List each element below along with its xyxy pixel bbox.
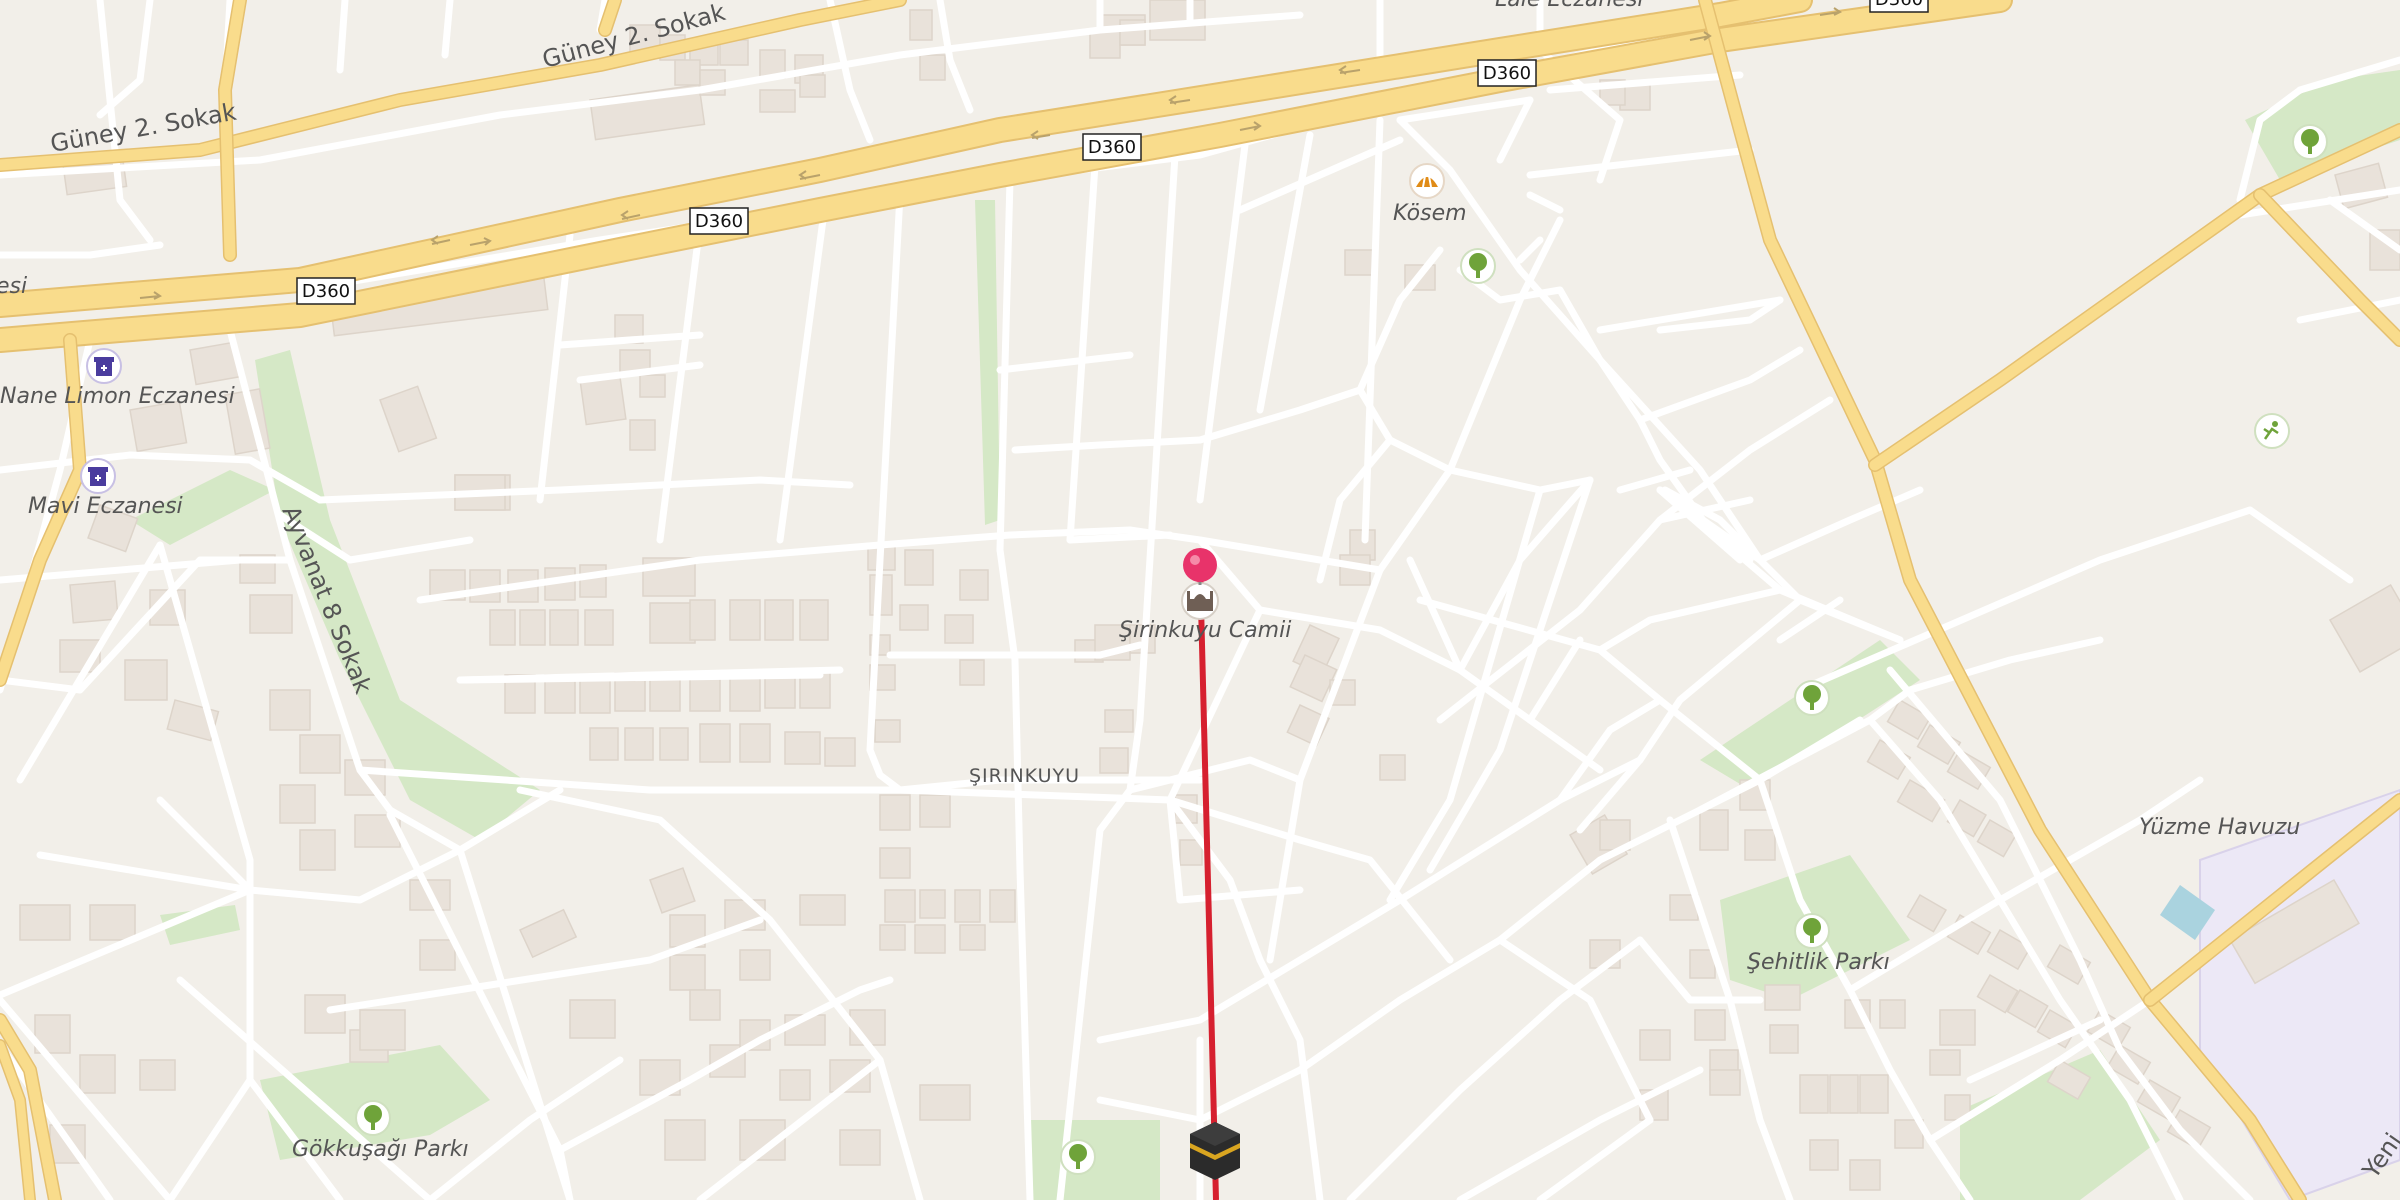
label-eczanesi-top: Lale Eczanesi	[1495, 0, 1643, 12]
tree-icon[interactable]	[1460, 248, 1496, 284]
bakery-icon[interactable]	[1409, 163, 1445, 199]
mosque-icon[interactable]	[1181, 582, 1219, 620]
label-mavi-eczanesi: Mavi Eczanesi	[28, 494, 183, 519]
pharmacy-icon[interactable]	[80, 458, 116, 494]
label-nane-limon-eczanesi: Nane Limon Eczanesi	[0, 384, 235, 409]
svg-text:D360: D360	[302, 281, 350, 302]
label-yuzme-havuzu: Yüzme Havuzu	[2139, 815, 2300, 840]
map-canvas[interactable]: D360 D360 D360 D360 D360 Güney 2. Sokak …	[0, 0, 2400, 1200]
svg-text:D360: D360	[695, 211, 743, 232]
tree-icon[interactable]	[2292, 124, 2328, 160]
road-shield: D360	[689, 207, 749, 235]
svg-text:D360: D360	[1875, 0, 1923, 10]
label-gokkusagi-parki: Gökkuşağı Parkı	[292, 1137, 469, 1162]
tree-icon[interactable]	[1060, 1139, 1096, 1175]
pharmacy-icon[interactable]	[86, 348, 122, 384]
label-sirinkuyu-district: ŞIRINKUYU	[969, 765, 1080, 787]
tree-icon[interactable]	[355, 1100, 391, 1136]
road-shield: D360	[1082, 133, 1142, 161]
svg-text:D360: D360	[1483, 63, 1531, 84]
svg-text:D360: D360	[1088, 137, 1136, 158]
label-sirinkuyu-camii: Şirinkuyu Camii	[1119, 618, 1291, 643]
swimming-icon[interactable]	[2254, 413, 2290, 449]
road-shield: D360	[1477, 59, 1537, 87]
label-esi-left: esi	[0, 274, 27, 299]
road-shield: D360	[296, 277, 356, 305]
tree-icon[interactable]	[1794, 913, 1830, 949]
road-shield: D360	[1869, 0, 1929, 13]
label-sehitlik-parki: Şehitlik Parkı	[1747, 950, 1890, 975]
kaaba-icon[interactable]	[1190, 1122, 1240, 1180]
label-kosem: Kösem	[1393, 201, 1467, 226]
tree-icon[interactable]	[1794, 680, 1830, 716]
